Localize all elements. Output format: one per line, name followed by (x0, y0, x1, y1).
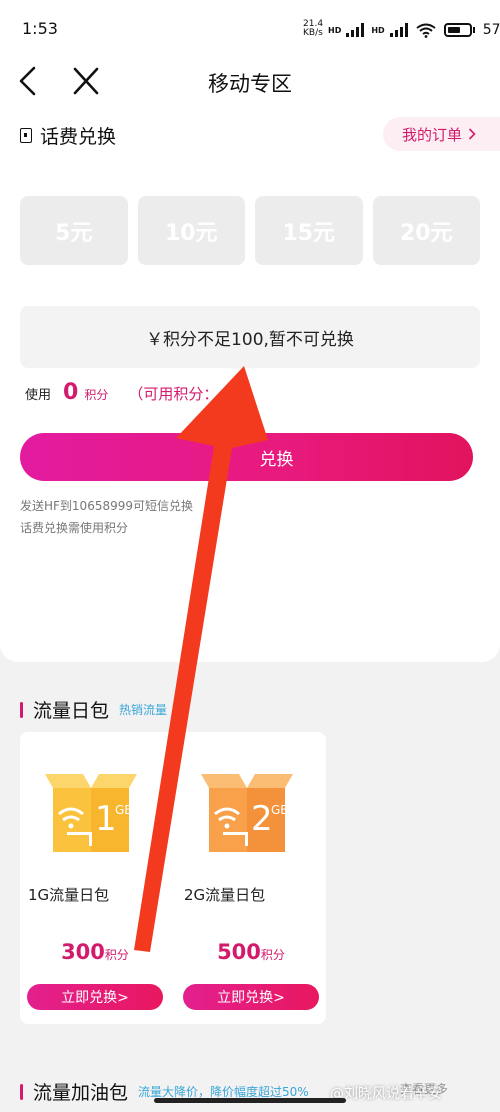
redeem-now-button[interactable]: 立即兑换> (27, 984, 163, 1010)
flow-card-name: 2G流量日包 (184, 886, 266, 904)
redeem-now-button[interactable]: 立即兑换> (183, 984, 319, 1010)
my-orders-label: 我的订单 (402, 125, 463, 144)
use-points-value: 0 (63, 380, 79, 405)
flow-card-points-unit: 积分 (104, 948, 129, 962)
network-speed-unit: KB/s (303, 28, 323, 38)
recharge-section-title: 话费兑换 (40, 126, 117, 148)
boost-section-title: 流量加油包 (33, 1082, 129, 1104)
amount-option-5[interactable]: 5元 (20, 196, 128, 265)
close-icon[interactable] (70, 64, 102, 98)
data-box-icon: 2 GB (201, 774, 293, 852)
exchange-button-label: 兑换 (259, 449, 294, 470)
flow-card-1g[interactable]: 1 GB 1G流量日包 300积分 立即兑换> (20, 732, 170, 1024)
data-box-icon: 1 GB (45, 774, 137, 852)
svg-text:GB: GB (115, 803, 133, 817)
recharge-section-header: 话费兑换 (20, 122, 116, 149)
svg-text:2: 2 (251, 799, 273, 839)
back-icon[interactable] (14, 64, 44, 98)
phone-icon (20, 128, 32, 143)
section-marker (20, 701, 23, 718)
exchange-button[interactable]: 兑换 (20, 433, 473, 481)
wifi-icon (416, 23, 436, 38)
points-unit: 积分 (84, 388, 109, 402)
sms-hint: 发送HF到10658999可短信兑换 (20, 499, 194, 513)
section-marker (20, 1083, 23, 1100)
flow-card-name: 1G流量日包 (28, 886, 110, 904)
use-label: 使用 (25, 388, 52, 403)
flow-card-price: 300积分 (20, 940, 170, 964)
points-usage: 使用 0 积分 （可用积分：4 (25, 380, 228, 405)
amount-options: 5元 10元 15元 20元 (20, 196, 480, 265)
svg-text:GB: GB (271, 803, 289, 817)
flow-card-price: 500积分 (176, 940, 326, 964)
flow-card-points-unit: 积分 (260, 948, 285, 962)
status-icons: HD HD 57% (328, 20, 500, 40)
points-hint: 话费兑换需使用积分 (20, 521, 129, 535)
chevron-right-icon (468, 128, 476, 140)
hd-label: HD (328, 25, 342, 35)
amount-option-15[interactable]: 15元 (255, 196, 363, 265)
status-time: 1:53 (22, 19, 58, 38)
insufficient-points-notice: ￥积分不足100,暂不可兑换 (20, 306, 480, 368)
flow-card-points: 500 (217, 940, 261, 964)
watermark: @刘晓风说着辛安 (330, 1086, 442, 1102)
my-orders-button[interactable]: 我的订单 (383, 117, 500, 151)
flow-card-2g[interactable]: 2 GB 2G流量日包 500积分 立即兑换> (176, 732, 326, 1024)
flow-section-title: 流量日包 (33, 700, 110, 722)
battery-percent: 57% (482, 22, 500, 38)
flow-section-tag: 热销流量 (119, 703, 168, 717)
signal-icon-2 (389, 23, 408, 37)
flow-section-header: 流量日包 热销流量 (20, 696, 167, 723)
available-points: （可用积分：4 (128, 385, 228, 403)
battery-icon (443, 23, 472, 37)
page-title: 移动专区 (208, 72, 292, 96)
svg-text:1: 1 (95, 799, 117, 839)
amount-option-20[interactable]: 20元 (372, 196, 480, 265)
home-indicator[interactable] (154, 1098, 346, 1103)
amount-option-10[interactable]: 10元 (137, 196, 245, 265)
network-speed: 21.4 KB/s (303, 20, 323, 38)
signal-icon (346, 23, 365, 37)
hd-label-2: HD (371, 25, 385, 35)
flow-card-points: 300 (61, 940, 105, 964)
battery-cap (472, 27, 475, 33)
